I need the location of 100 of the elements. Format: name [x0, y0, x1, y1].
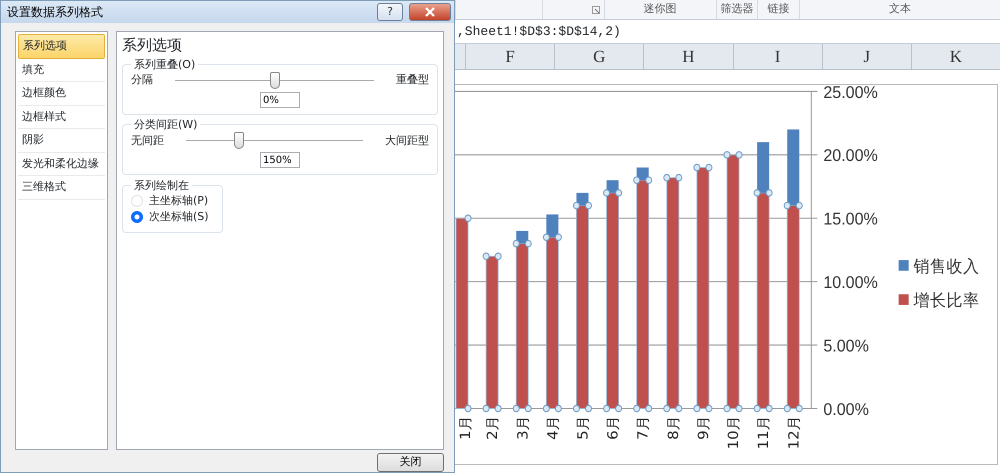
category-item[interactable]: 系列选项 — [18, 34, 105, 58]
column-header: J — [863, 46, 870, 68]
bar[interactable] — [486, 256, 499, 409]
dialog-launcher-icon[interactable] — [592, 6, 600, 14]
selection-handle[interactable] — [705, 404, 712, 412]
bar[interactable] — [696, 167, 710, 409]
radio-label: 次坐标轴(S) — [149, 209, 209, 226]
value-field[interactable]: 150% — [260, 152, 300, 168]
selection-handle[interactable] — [494, 404, 502, 412]
category-item[interactable]: 边框样式 — [18, 106, 105, 129]
selection-handle[interactable] — [584, 404, 592, 412]
category-label: 7月 — [636, 414, 652, 440]
selection-handle[interactable] — [766, 189, 773, 197]
category-item[interactable]: 阴影 — [18, 129, 105, 152]
slider-label: 重叠型 — [396, 72, 429, 88]
category-item[interactable]: 边框颜色 — [18, 82, 105, 106]
bar[interactable] — [546, 236, 559, 409]
bar[interactable] — [726, 154, 740, 409]
selection-handle[interactable] — [482, 404, 490, 412]
selection-handle[interactable] — [542, 234, 550, 241]
window-title: 设置数据系列格式 — [7, 4, 103, 21]
category-item[interactable]: 填充 — [18, 58, 105, 82]
axis-tick-label: 20.00% — [823, 146, 878, 166]
selection-handle[interactable] — [615, 404, 622, 412]
selection-handle[interactable] — [572, 404, 580, 412]
selection-handle[interactable] — [524, 404, 532, 412]
slider-thumb[interactable] — [234, 132, 244, 150]
selection-handle[interactable] — [572, 202, 580, 210]
selection-handle[interactable] — [542, 404, 550, 412]
selection-handle[interactable] — [512, 240, 520, 248]
selection-handle[interactable] — [723, 151, 731, 159]
bar[interactable] — [456, 218, 468, 409]
category-item[interactable]: 三维格式 — [18, 176, 105, 200]
category-label: 4月 — [546, 414, 562, 440]
bar[interactable] — [636, 180, 650, 409]
selection-handle[interactable] — [584, 202, 592, 210]
category-item[interactable]: 发光和柔化边缘 — [18, 152, 105, 176]
selection-handle[interactable] — [464, 214, 472, 222]
selection-handle[interactable] — [796, 202, 803, 210]
legend-label: 销售收入 — [914, 256, 980, 276]
slider-thumb[interactable] — [270, 72, 280, 90]
bar[interactable] — [756, 192, 770, 409]
group-label: 分类间距(W) — [133, 118, 198, 132]
column-header: F — [505, 46, 515, 68]
selection-handle[interactable] — [705, 164, 712, 172]
category-label: 9月 — [696, 414, 712, 440]
radio-button[interactable] — [131, 211, 143, 224]
selection-handle[interactable] — [512, 404, 520, 412]
selection-handle[interactable] — [675, 404, 682, 412]
bar[interactable] — [786, 205, 800, 409]
selection-handle[interactable] — [736, 151, 743, 159]
legend-label: 增长比率 — [914, 290, 980, 310]
selection-handle[interactable] — [675, 174, 682, 182]
axis-tick-label: 10.00% — [823, 272, 878, 292]
group-label: 系列绘制在 — [133, 179, 190, 193]
selection-handle[interactable] — [693, 404, 700, 412]
bar[interactable] — [606, 192, 620, 409]
selection-handle[interactable] — [784, 202, 791, 210]
category-label: 6月 — [606, 414, 622, 440]
selection-handle[interactable] — [784, 404, 791, 412]
category-label: 10月 — [726, 414, 742, 450]
selection-handle[interactable] — [663, 404, 670, 412]
selection-handle[interactable] — [693, 164, 700, 172]
selection-handle[interactable] — [736, 404, 743, 412]
bar[interactable] — [757, 142, 770, 193]
column-header: G — [593, 46, 606, 68]
close-button[interactable] — [409, 3, 451, 21]
selection-handle[interactable] — [603, 404, 610, 412]
selection-handle[interactable] — [494, 252, 502, 260]
category-label: 8月 — [666, 414, 682, 440]
selection-handle[interactable] — [615, 189, 622, 197]
slider-label: 无间距 — [131, 132, 164, 149]
group-label: 系列重叠(O) — [133, 58, 196, 72]
selection-handle[interactable] — [754, 404, 761, 412]
selection-handle[interactable] — [723, 404, 731, 412]
bar[interactable] — [666, 177, 680, 409]
selection-handle[interactable] — [645, 176, 652, 184]
selection-handle[interactable] — [482, 252, 490, 260]
selection-handle[interactable] — [796, 404, 803, 412]
selection-handle[interactable] — [633, 176, 640, 184]
bar[interactable] — [787, 129, 800, 206]
selection-handle[interactable] — [464, 404, 472, 412]
help-button[interactable]: ? — [377, 3, 403, 21]
bar[interactable] — [546, 214, 558, 238]
selection-handle[interactable] — [754, 189, 761, 197]
selection-handle[interactable] — [633, 404, 640, 412]
bar[interactable] — [576, 205, 589, 409]
selection-handle[interactable] — [554, 404, 562, 412]
selection-handle[interactable] — [554, 234, 562, 241]
bar[interactable] — [516, 243, 529, 409]
selection-handle[interactable] — [663, 174, 670, 182]
ribbon-group-label: 文本 — [888, 1, 911, 18]
selection-handle[interactable] — [524, 240, 532, 248]
ribbon-group-label: 筛选器 — [720, 1, 754, 18]
selection-handle[interactable] — [766, 404, 773, 412]
column-header: K — [950, 46, 962, 68]
selection-handle[interactable] — [645, 404, 652, 412]
close-button[interactable]: 关闭 — [377, 453, 444, 472]
value-field[interactable]: 0% — [260, 92, 300, 108]
selection-handle[interactable] — [603, 189, 610, 197]
